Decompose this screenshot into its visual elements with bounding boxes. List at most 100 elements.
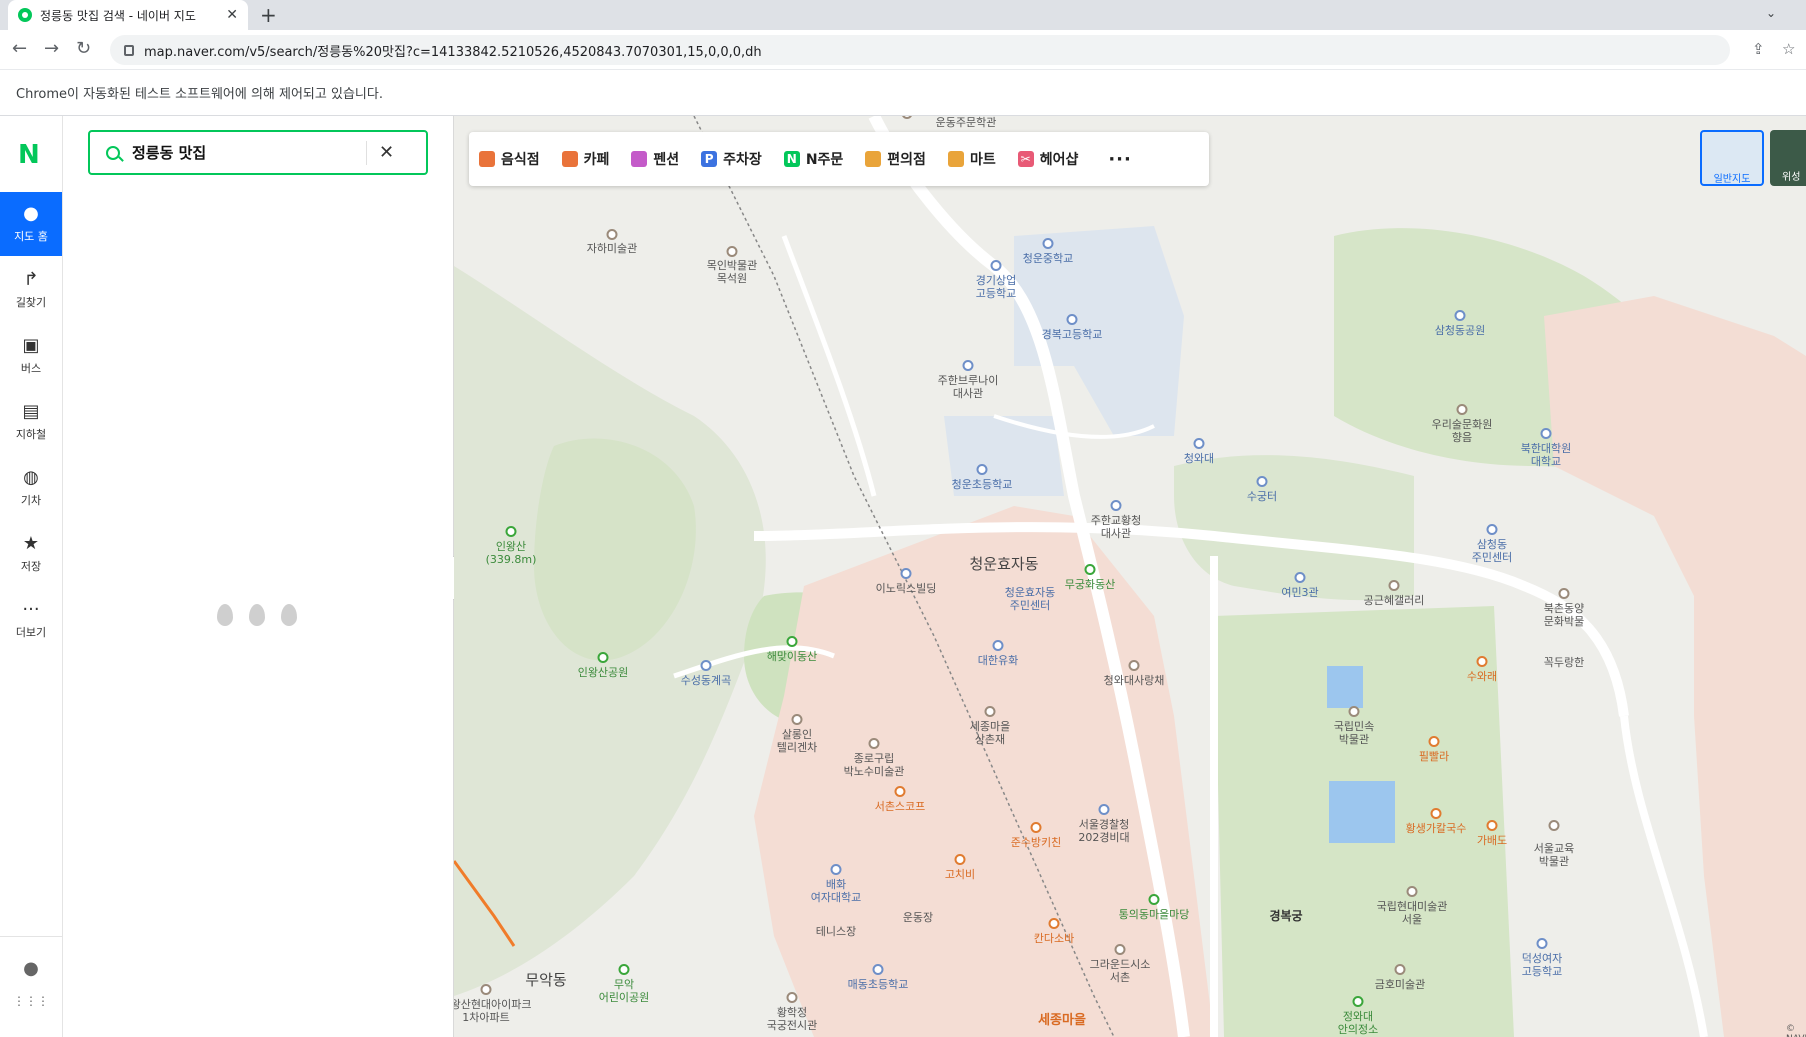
poi-marker[interactable] <box>962 360 974 371</box>
nav-item-saved[interactable]: ★ 저장 <box>0 522 62 586</box>
chip-mart[interactable]: 마트 <box>947 149 996 169</box>
nav-item-map-home[interactable]: ● 지도 홈 <box>0 192 62 256</box>
chip-restaurant[interactable]: 음식점 <box>479 149 540 169</box>
back-arrow-icon[interactable]: ← <box>12 38 27 60</box>
poi-marker[interactable] <box>990 260 1002 271</box>
poi-marker[interactable] <box>1486 820 1498 831</box>
poi-marker[interactable] <box>786 992 798 1003</box>
poi-marker[interactable] <box>1294 572 1306 583</box>
clear-search-icon[interactable]: ✕ <box>379 142 394 163</box>
search-input[interactable] <box>130 142 360 163</box>
poi-marker[interactable] <box>1193 438 1205 449</box>
map-base-layer <box>454 116 1806 1037</box>
poi-marker[interactable] <box>1066 314 1078 325</box>
search-icon <box>106 145 120 160</box>
poi-marker[interactable] <box>1148 894 1160 905</box>
poi-marker[interactable] <box>1454 310 1466 321</box>
address-bar[interactable]: map.naver.com/v5/search/정릉동%20맛집?c=14133… <box>110 35 1730 65</box>
nav-item-subway[interactable]: ▤ 지하철 <box>0 390 62 454</box>
poi-marker[interactable] <box>992 640 1004 651</box>
map-label: 그라운드시소 <box>1089 958 1151 971</box>
poi-marker[interactable] <box>726 246 738 257</box>
browser-tab[interactable]: 정릉동 맛집 검색 - 네이버 지도 ✕ <box>8 0 248 30</box>
tab-search-chevron-icon[interactable]: ⌄ <box>1766 6 1776 20</box>
poi-marker[interactable] <box>1476 656 1488 667</box>
poi-marker[interactable] <box>1348 706 1360 717</box>
new-tab-button[interactable]: + <box>260 4 277 26</box>
bus-icon: ▣ <box>22 335 40 356</box>
share-icon[interactable]: ⇪ <box>1752 40 1765 58</box>
poi-marker[interactable] <box>505 526 517 537</box>
poi-marker[interactable] <box>868 738 880 749</box>
automation-infobar: Chrome이 자동화된 테스트 소프트웨어에 의해 제어되고 있습니다. <box>0 70 1806 116</box>
naver-logo[interactable]: N <box>18 140 40 170</box>
poi-marker[interactable] <box>1030 822 1042 833</box>
map-canvas[interactable]: 자하미술관 목인박물관 목석원 운동주문학관 석굴 인왕산 (339.8m) 인… <box>454 116 1806 1037</box>
poi-marker[interactable] <box>1084 564 1096 575</box>
map-label: 삼청동 <box>1476 538 1508 551</box>
poi-marker[interactable] <box>872 964 884 975</box>
profile-icon[interactable]: ● <box>0 958 62 979</box>
poi-marker[interactable] <box>1486 524 1498 535</box>
map-type-normal[interactable]: 일반지도 <box>1700 130 1764 186</box>
map-label: 인왕산 <box>495 540 527 553</box>
poi-marker[interactable] <box>597 652 609 663</box>
bookmark-star-icon[interactable]: ☆ <box>1782 40 1795 58</box>
poi-marker[interactable] <box>1456 404 1468 415</box>
poi-marker[interactable] <box>1110 500 1122 511</box>
poi-marker[interactable] <box>830 864 842 875</box>
poi-marker[interactable] <box>1114 944 1126 955</box>
chip-pension[interactable]: 펜션 <box>631 149 679 169</box>
poi-marker[interactable] <box>786 636 798 647</box>
chip-hair-salon[interactable]: ✂ 헤어샵 <box>1017 149 1078 169</box>
poi-marker[interactable] <box>1428 736 1440 747</box>
train-icon: ◍ <box>23 467 39 488</box>
map-type-satellite[interactable]: 위성 <box>1770 130 1806 186</box>
poi-marker[interactable] <box>900 568 912 579</box>
chip-parking[interactable]: P 주차장 <box>701 149 762 169</box>
more-categories-icon[interactable]: ··· <box>1108 149 1132 170</box>
nav-item-bus[interactable]: ▣ 버스 <box>0 324 62 388</box>
chip-convenience-store[interactable]: 편의점 <box>865 149 926 169</box>
poi-marker[interactable] <box>618 964 630 975</box>
poi-marker[interactable] <box>700 660 712 671</box>
poi-marker[interactable] <box>1548 820 1560 831</box>
poi-marker[interactable] <box>1394 964 1406 975</box>
poi-marker[interactable] <box>1536 938 1548 949</box>
map-label: 주한교황청 <box>1090 514 1142 527</box>
poi-marker[interactable] <box>1048 918 1060 929</box>
landmark-gyeongbokgung[interactable]: 경복궁 <box>1269 910 1302 923</box>
nav-item-more[interactable]: ··· 더보기 <box>0 588 62 652</box>
map-label: 정와대 <box>1342 1010 1374 1023</box>
nav-item-directions[interactable]: ↱ 길찾기 <box>0 258 62 322</box>
poi-marker[interactable] <box>1128 660 1140 671</box>
poi-marker[interactable] <box>976 464 988 475</box>
chip-cafe[interactable]: 카페 <box>561 149 609 169</box>
apps-grid-icon[interactable]: ⋮⋮⋮ <box>0 994 62 1008</box>
poi-marker[interactable] <box>1430 808 1442 819</box>
poi-marker[interactable] <box>1558 588 1570 599</box>
nav-divider <box>0 936 62 937</box>
poi-marker[interactable] <box>954 854 966 865</box>
forward-arrow-icon[interactable]: → <box>44 38 59 60</box>
poi-marker[interactable] <box>1352 996 1364 1007</box>
poi-marker[interactable] <box>1406 886 1418 897</box>
poi-marker[interactable] <box>1256 476 1268 487</box>
poi-marker[interactable] <box>1042 238 1054 249</box>
poi-marker[interactable] <box>894 786 906 797</box>
poi-marker[interactable] <box>480 984 492 995</box>
poi-marker[interactable] <box>606 229 618 240</box>
map-label: 서울경찰청 <box>1078 818 1130 831</box>
map-label: 박물관 <box>1338 733 1370 746</box>
chip-n-order[interactable]: N N주문 <box>783 149 843 169</box>
poi-marker[interactable] <box>1388 580 1400 591</box>
poi-marker[interactable] <box>984 706 996 717</box>
nav-item-train[interactable]: ◍ 기차 <box>0 456 62 520</box>
poi-marker[interactable] <box>1540 428 1552 439</box>
reload-icon[interactable]: ↻ <box>76 38 91 60</box>
poi-marker[interactable] <box>791 714 803 725</box>
map-label: 국립민속 <box>1333 720 1375 733</box>
poi-marker[interactable] <box>1098 804 1110 815</box>
nav-item-label: 지하철 <box>15 428 47 441</box>
tab-close-icon[interactable]: ✕ <box>226 7 238 23</box>
